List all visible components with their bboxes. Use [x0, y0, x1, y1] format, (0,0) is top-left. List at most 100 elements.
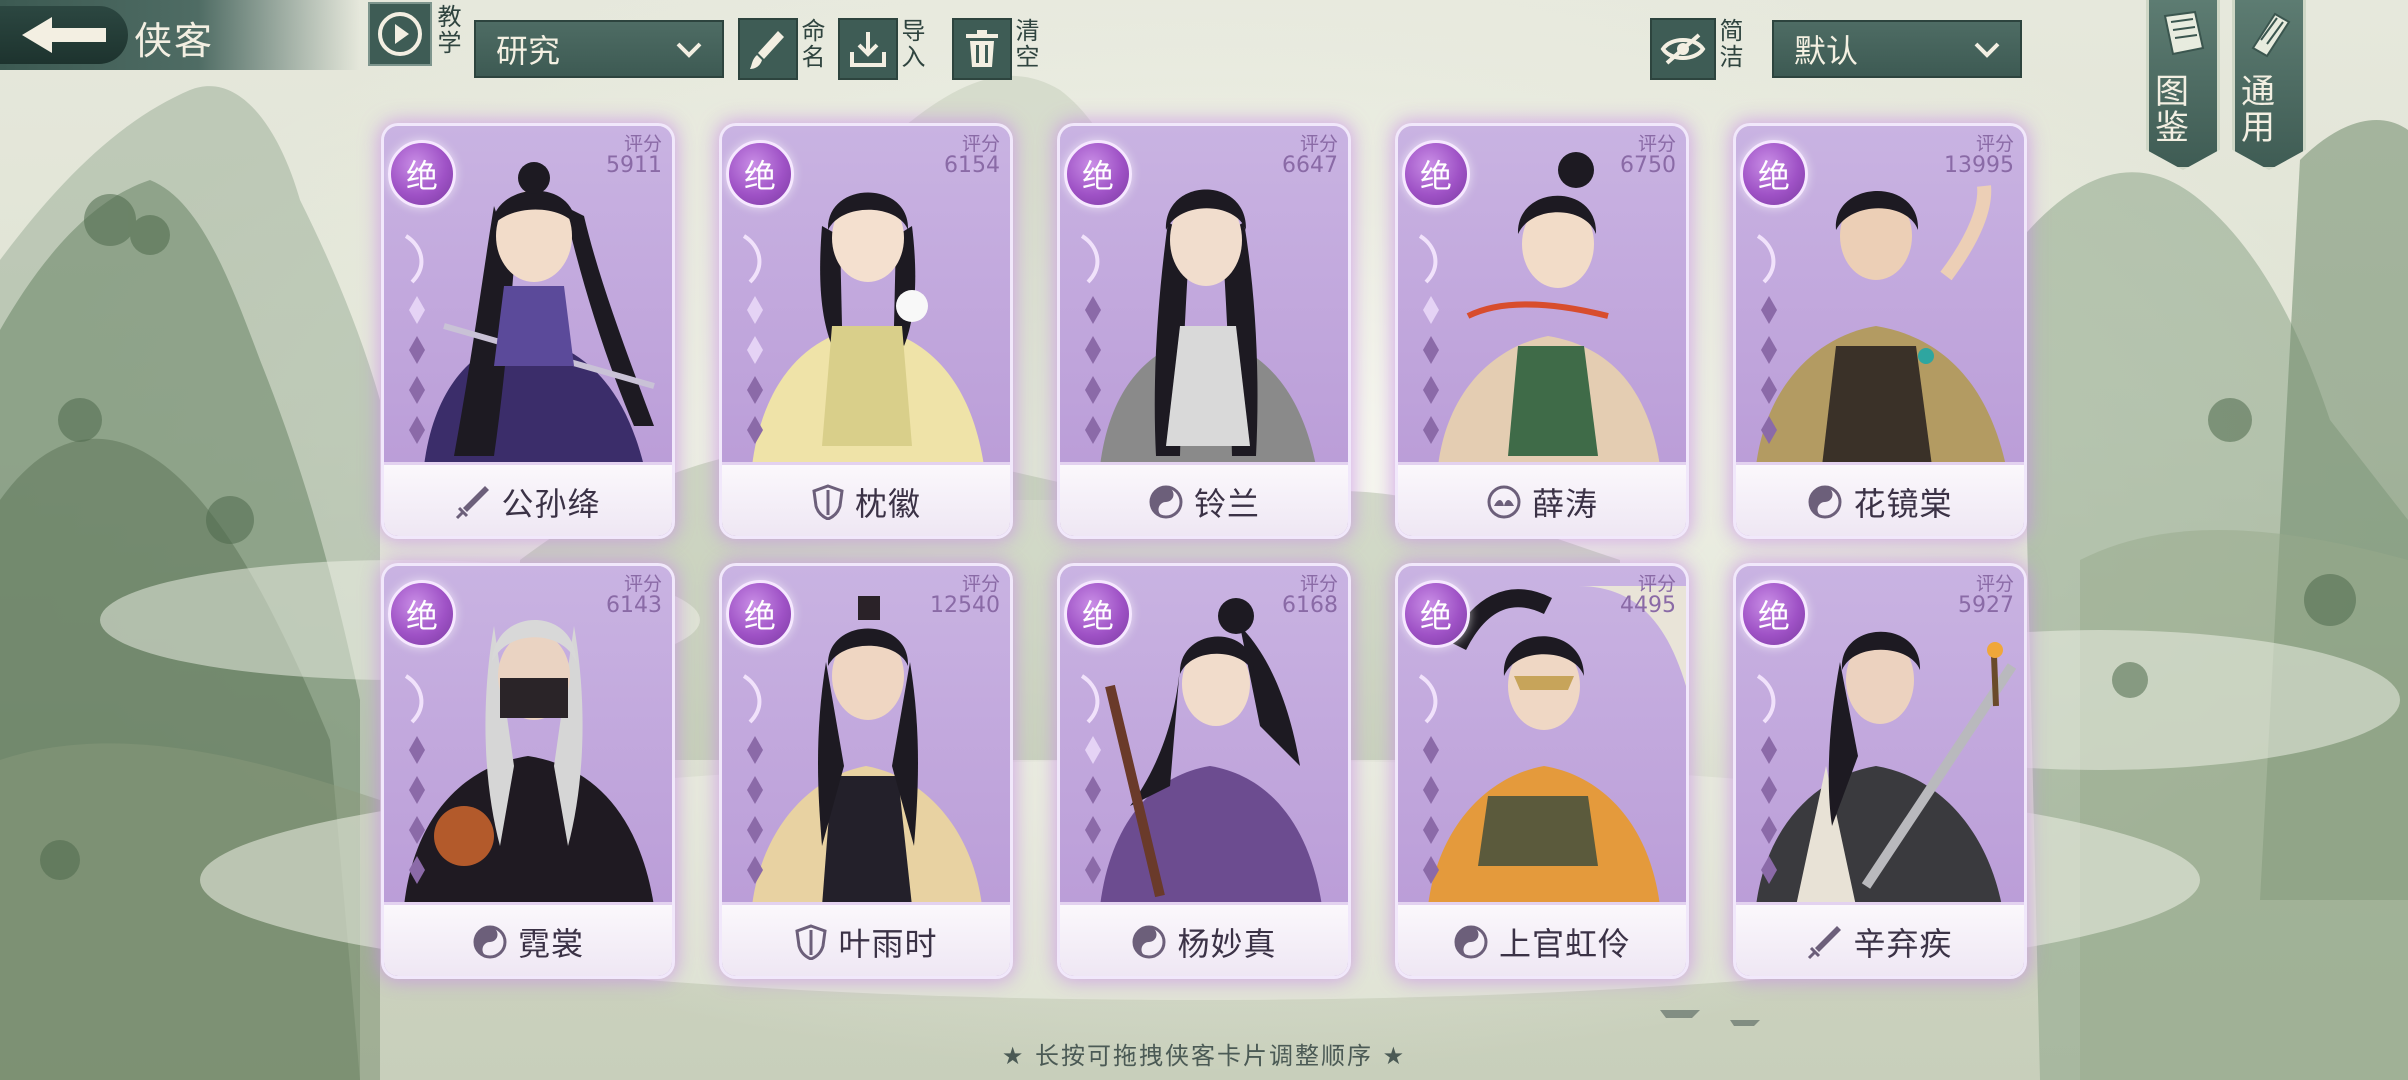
nameplate: 花镜棠 — [1736, 462, 2024, 536]
sort-select[interactable]: 默认 — [1772, 20, 2022, 78]
score-value: 6143 — [606, 593, 662, 618]
nameplate: 薛涛 — [1398, 462, 1686, 536]
score-value: 6168 — [1282, 593, 1338, 618]
hero-name: 花镜棠 — [1853, 485, 1953, 523]
rank-badge: 绝 — [388, 140, 456, 208]
hero-card[interactable]: 绝 评分 6154 枕徽 — [722, 126, 1010, 536]
hero-card[interactable]: 绝 评分 13995 花镜棠 — [1736, 126, 2024, 536]
skill-gems — [1756, 234, 1777, 444]
hero-name: 薛涛 — [1531, 485, 1598, 523]
hero-card[interactable]: 绝 评分 6750 薛涛 — [1398, 126, 1686, 536]
hero-name: 辛弃疾 — [1853, 925, 1953, 963]
tutorial-button[interactable]: 教学 — [368, 2, 464, 70]
score-label: 评分 — [1299, 573, 1338, 595]
skill-gems — [1080, 674, 1101, 884]
skill-gems — [742, 674, 763, 884]
rank-badge: 绝 — [1740, 580, 1808, 648]
score-block: 评分 13995 — [1944, 134, 2014, 178]
rename-label: 命名 — [797, 18, 825, 70]
hero-card[interactable]: 绝 评分 5911 公孙绛 — [384, 126, 672, 536]
hero-card[interactable]: 绝 评分 6143 霓裳 — [384, 566, 672, 976]
back-button[interactable] — [0, 6, 128, 64]
brush-icon — [750, 31, 784, 69]
score-block: 评分 6154 — [944, 134, 1000, 178]
scroll-icon — [2251, 12, 2291, 58]
page-title: 侠客 — [134, 19, 215, 63]
taiji-sect-icon — [1132, 925, 1166, 959]
skill-gems — [1418, 234, 1439, 444]
skill-gems — [1418, 674, 1439, 884]
score-label: 评分 — [623, 573, 662, 595]
chevron-down-icon — [1974, 42, 2000, 58]
hero-name: 杨妙真 — [1177, 925, 1277, 963]
hero-name: 叶雨时 — [838, 925, 938, 963]
score-label: 评分 — [1637, 573, 1676, 595]
nameplate: 叶雨时 — [722, 902, 1010, 976]
score-value: 5927 — [1958, 593, 2014, 618]
score-value: 4495 — [1620, 593, 1676, 618]
score-value: 13995 — [1944, 153, 2014, 178]
score-block: 评分 4495 — [1620, 574, 1676, 618]
score-label: 评分 — [1975, 573, 2014, 595]
general-label: 通用 — [2241, 72, 2276, 148]
trash-icon-box — [952, 18, 1012, 80]
tutorial-label: 教学 — [433, 4, 461, 56]
hero-card[interactable]: 绝 评分 4495 上官虹伶 — [1398, 566, 1686, 976]
hero-card[interactable]: 绝 评分 5927 辛弃疾 — [1736, 566, 2024, 976]
tutorial-icon-box — [368, 2, 432, 66]
hero-card[interactable]: 绝 评分 6647 铃兰 — [1060, 126, 1348, 536]
eye-icon-box — [1650, 18, 1716, 80]
skill-gems — [404, 674, 425, 884]
general-banner-button[interactable]: 通用 — [2232, 0, 2306, 170]
hero-name: 铃兰 — [1193, 485, 1260, 523]
hero-name: 霓裳 — [517, 925, 584, 963]
score-block: 评分 6647 — [1282, 134, 1338, 178]
score-label: 评分 — [1637, 133, 1676, 155]
score-block: 评分 6168 — [1282, 574, 1338, 618]
shield-sect-icon — [812, 484, 844, 520]
rank-badge: 绝 — [1064, 140, 1132, 208]
score-block: 评分 5927 — [1958, 574, 2014, 618]
skill-gems — [1756, 674, 1777, 884]
research-select[interactable]: 研究 — [474, 20, 724, 78]
skill-gems — [742, 234, 763, 444]
play-icon — [378, 12, 422, 56]
clear-label: 清空 — [1011, 18, 1039, 70]
score-value: 12540 — [930, 593, 1000, 618]
rank-badge: 绝 — [726, 580, 794, 648]
taiji-sect-icon — [1149, 485, 1183, 519]
nameplate: 铃兰 — [1060, 462, 1348, 536]
nameplate: 杨妙真 — [1060, 902, 1348, 976]
codex-banner-button[interactable]: 图鉴 — [2146, 0, 2220, 170]
brush-icon-box — [738, 18, 798, 80]
shield-sect-icon — [795, 924, 828, 960]
score-label: 评分 — [1975, 133, 2014, 155]
score-label: 评分 — [961, 573, 1000, 595]
import-label: 导入 — [897, 18, 925, 70]
score-label: 评分 — [961, 133, 1000, 155]
import-icon-box — [838, 18, 898, 80]
skill-gems — [1080, 234, 1101, 444]
score-block: 评分 5911 — [606, 134, 662, 178]
taiji-sect-icon — [1808, 485, 1842, 519]
simple-mode-label: 简洁 — [1715, 18, 1743, 70]
rank-badge: 绝 — [1402, 140, 1470, 208]
nameplate: 公孙绛 — [384, 462, 672, 536]
hero-name: 公孙绛 — [501, 485, 601, 523]
hero-card[interactable]: 绝 评分 6168 杨妙真 — [1060, 566, 1348, 976]
top-bar: 侠客 教学 研究 命名 导入 清空 简洁 默认 图鉴 通用 — [0, 0, 2408, 170]
sword-sect-icon — [1808, 926, 1842, 960]
drag-hint: ★ 长按可拖拽侠客卡片调整顺序 ★ — [1001, 1042, 1407, 1070]
rank-badge: 绝 — [1064, 580, 1132, 648]
nameplate: 上官虹伶 — [1398, 902, 1686, 976]
hero-name: 枕徽 — [854, 485, 921, 523]
hero-card-grid: 绝 评分 5911 公孙绛 绝 评分 6154 枕徽 绝 评分 6647 铃兰 … — [384, 126, 2024, 976]
hero-card[interactable]: 绝 评分 12540 叶雨时 — [722, 566, 1010, 976]
chevron-down-icon — [676, 42, 702, 58]
sort-select-value: 默认 — [1794, 32, 1859, 70]
skill-gems — [404, 234, 425, 444]
codex-label: 图鉴 — [2155, 72, 2190, 148]
trash-icon — [966, 30, 998, 67]
rank-badge: 绝 — [1402, 580, 1470, 648]
score-block: 评分 6750 — [1620, 134, 1676, 178]
